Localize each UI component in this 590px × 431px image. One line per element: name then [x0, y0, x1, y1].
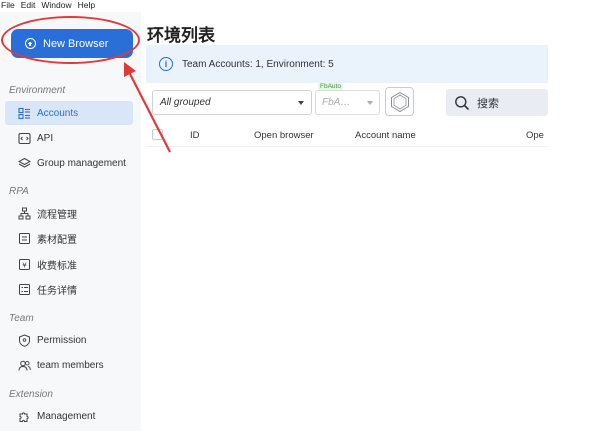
table-header: ID Open browser Account name Ope — [146, 125, 548, 147]
sidebar-item-task[interactable]: 任务详情 — [5, 277, 133, 301]
layers-icon — [18, 157, 31, 170]
search-button[interactable]: 搜索 — [446, 89, 548, 116]
column-header-account-name[interactable]: Account name — [355, 130, 416, 141]
sidebar-item-label: 素材配置 — [37, 234, 77, 246]
fb-select-value: FbA… — [322, 97, 351, 108]
chevron-down-icon — [367, 100, 373, 105]
section-environment: Environment — [9, 85, 66, 96]
sidebar-item-label: 收费标准 — [37, 260, 77, 272]
menu-file[interactable]: File — [1, 0, 15, 12]
sidebar: New Browser Environment Accounts API Gro… — [0, 12, 141, 431]
fb-select[interactable]: FbA… — [315, 90, 380, 115]
info-text: Team Accounts: 1, Environment: 5 — [182, 58, 334, 70]
sidebar-item-label: Accounts — [37, 107, 79, 119]
task-list-icon — [18, 283, 31, 296]
sidebar-item-team-members[interactable]: team members — [5, 353, 133, 377]
chevron-down-icon — [298, 100, 304, 105]
sidebar-item-label: Permission — [37, 334, 87, 346]
fbauto-tag: FbAuto — [318, 83, 343, 90]
group-select[interactable]: All grouped — [152, 90, 312, 115]
menu-edit[interactable]: Edit — [21, 0, 36, 12]
rpa-button[interactable] — [385, 87, 414, 116]
column-header-id[interactable]: ID — [190, 130, 200, 141]
yen-icon: ¥ — [18, 258, 31, 271]
info-icon: i — [159, 57, 173, 71]
rpa-icon — [390, 91, 409, 112]
list-icon — [18, 107, 31, 120]
menu-help[interactable]: Help — [78, 0, 95, 12]
sidebar-item-label: 任务详情 — [37, 285, 77, 297]
menu-bar: File Edit Window Help — [0, 0, 95, 12]
column-header-open-browser[interactable]: Open browser — [254, 130, 314, 141]
sidebar-item-label: 流程管理 — [37, 209, 77, 221]
sidebar-item-label: team members — [37, 359, 104, 371]
sidebar-item-material[interactable]: 素材配置 — [5, 226, 133, 250]
column-header-ope[interactable]: Ope — [526, 130, 544, 141]
section-extension: Extension — [9, 389, 53, 400]
search-label: 搜索 — [477, 97, 499, 110]
page-title: 环境列表 — [147, 26, 215, 45]
sidebar-item-api[interactable]: API — [5, 126, 133, 150]
info-banner: i Team Accounts: 1, Environment: 5 — [146, 45, 548, 83]
sidebar-item-label: API — [37, 132, 54, 144]
sidebar-item-permission[interactable]: Permission — [5, 328, 133, 352]
code-box-icon — [18, 132, 31, 145]
search-icon — [455, 95, 470, 110]
document-list-icon — [18, 232, 31, 245]
section-rpa: RPA — [9, 186, 29, 197]
users-icon — [18, 359, 31, 372]
annotation-ellipse — [1, 16, 140, 64]
sidebar-item-label: Management — [37, 410, 96, 422]
sidebar-item-label: Group management — [37, 157, 126, 169]
menu-window[interactable]: Window — [41, 0, 71, 12]
sidebar-item-group-management[interactable]: Group management — [5, 151, 133, 175]
shield-icon — [18, 333, 31, 347]
flow-icon — [18, 207, 31, 220]
sidebar-item-process[interactable]: 流程管理 — [5, 201, 133, 225]
sidebar-item-fee[interactable]: ¥ 收费标准 — [5, 252, 133, 276]
select-all-checkbox[interactable] — [152, 129, 163, 140]
sidebar-item-accounts[interactable]: Accounts — [5, 101, 133, 125]
section-team: Team — [9, 313, 34, 324]
group-select-value: All grouped — [160, 97, 211, 108]
svg-text:¥: ¥ — [22, 261, 27, 269]
puzzle-icon — [18, 410, 31, 423]
sidebar-item-management[interactable]: Management — [5, 404, 133, 428]
